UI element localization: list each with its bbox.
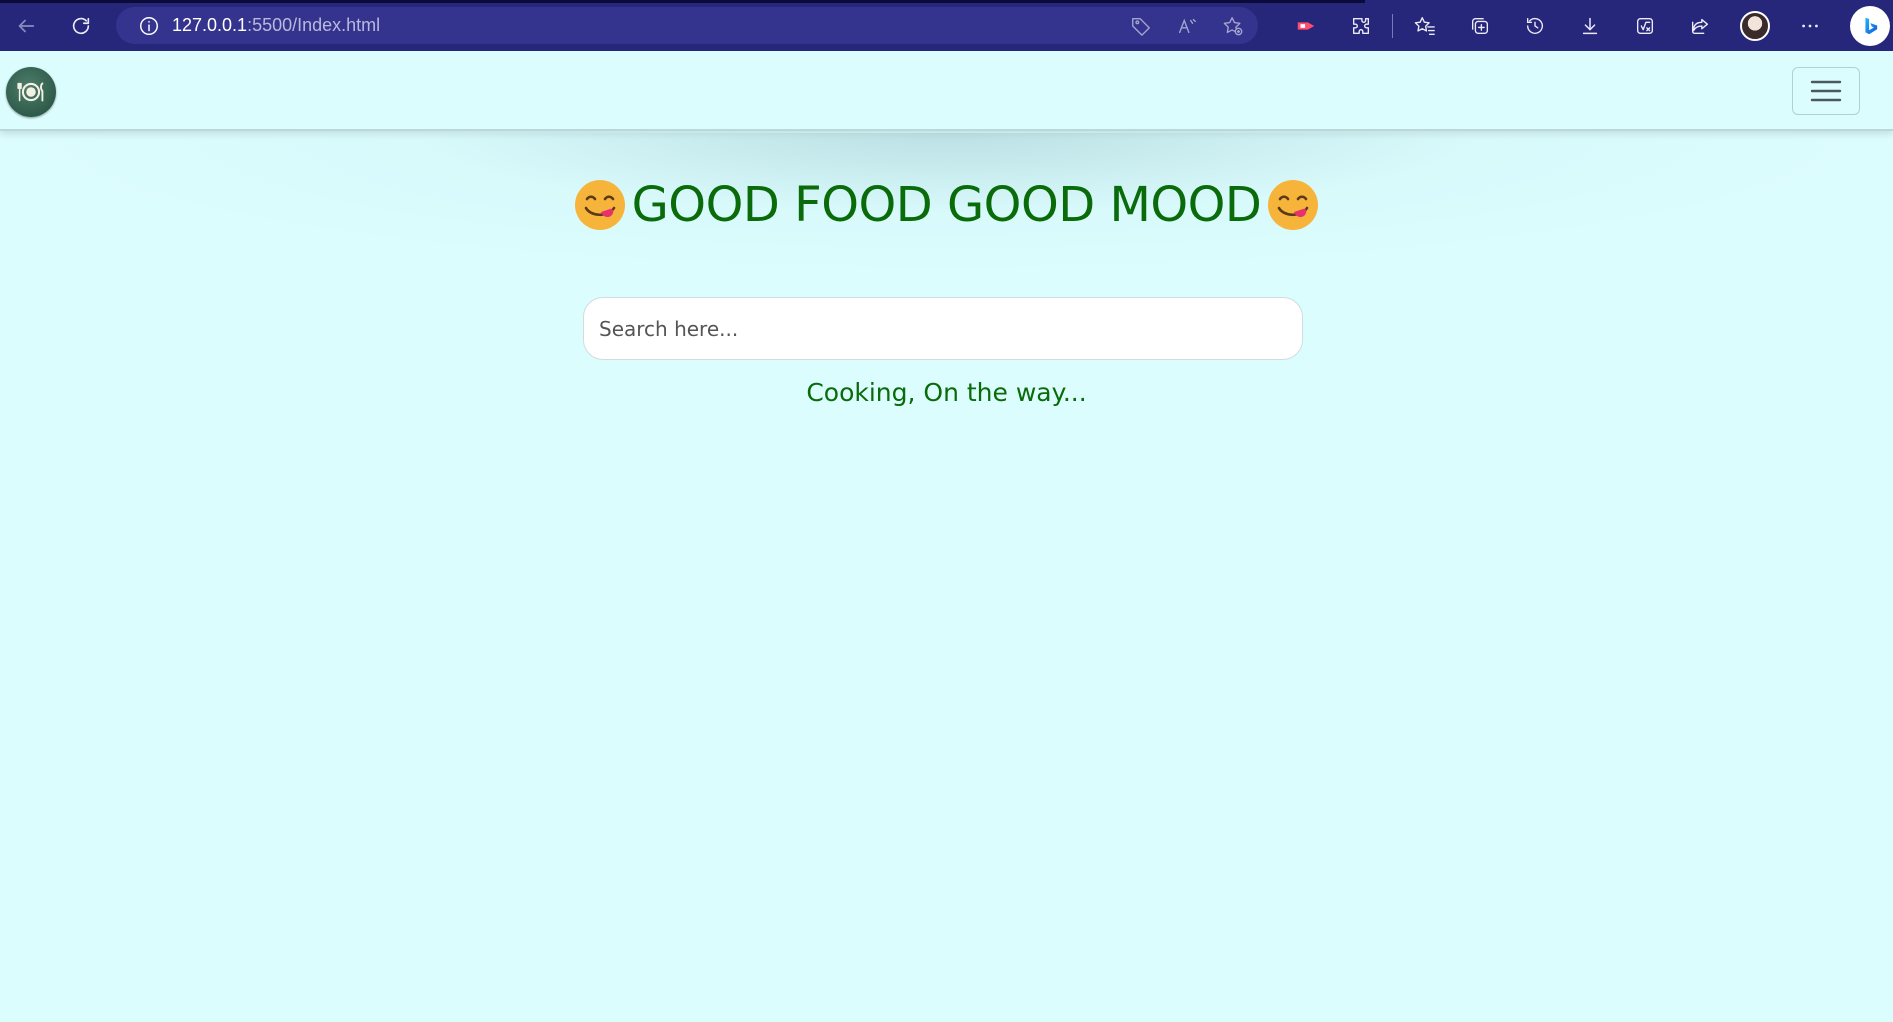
search-input[interactable]: [583, 297, 1303, 360]
url-path: :5500/Index.html: [247, 15, 381, 35]
history-button[interactable]: [1507, 8, 1562, 44]
downloads-button[interactable]: [1562, 8, 1617, 44]
yum-face-emoji-right: [1267, 179, 1319, 231]
bing-button[interactable]: [1837, 6, 1893, 46]
share-button[interactable]: [1672, 8, 1727, 44]
yum-face-emoji-left: [574, 179, 626, 231]
collections-icon: [1471, 17, 1488, 35]
collections-button[interactable]: [1452, 8, 1507, 44]
site-navbar: [0, 51, 1893, 131]
search-container: [583, 297, 1303, 360]
brand-logo[interactable]: [6, 67, 56, 117]
plate-cutlery-icon: [17, 82, 44, 102]
refresh-button[interactable]: [61, 6, 101, 46]
download-icon: [1582, 17, 1597, 35]
favorites-icon: [1414, 17, 1435, 35]
hamburger-icon: [1810, 80, 1842, 102]
more-icon: [1801, 24, 1818, 28]
page-title: GOOD FOOD GOOD MOOD: [0, 177, 1893, 233]
extension-icon: [1297, 22, 1314, 30]
page-body: GOOD FOOD GOOD MOOD Cooking, On the way.…: [0, 51, 1893, 1022]
read-aloud-icon[interactable]: [1174, 13, 1200, 39]
loading-status-text: Cooking, On the way...: [806, 378, 1087, 407]
profile-button[interactable]: [1727, 8, 1782, 44]
extensions-button[interactable]: [1333, 8, 1388, 44]
toolbar-divider: [1392, 14, 1393, 38]
back-button[interactable]: [6, 6, 46, 46]
history-icon: [1526, 17, 1543, 34]
browser-toolbar: 127.0.0.1:5500/Index.html: [0, 0, 1893, 51]
url-host: 127.0.0.1: [172, 15, 248, 35]
avatar: [1739, 11, 1770, 41]
math-solver-icon: [1636, 17, 1653, 35]
navbar-toggler-button[interactable]: [1792, 67, 1860, 115]
share-icon: [1691, 18, 1708, 35]
math-solver-button[interactable]: [1617, 8, 1672, 44]
refresh-icon: [72, 17, 90, 35]
back-arrow-icon: [18, 19, 35, 33]
window-top-accent: [0, 0, 1365, 3]
bing-icon: [1850, 6, 1890, 46]
url-text[interactable]: 127.0.0.1:5500/Index.html: [172, 15, 380, 36]
add-favorite-icon[interactable]: [1220, 13, 1246, 39]
more-button[interactable]: [1782, 8, 1837, 44]
tag-icon[interactable]: [1128, 13, 1154, 39]
puzzle-icon: [1352, 17, 1369, 35]
extension-red-button[interactable]: [1278, 8, 1333, 44]
info-icon[interactable]: [138, 15, 160, 37]
address-bar[interactable]: 127.0.0.1:5500/Index.html: [116, 7, 1258, 44]
page-title-text: GOOD FOOD GOOD MOOD: [631, 177, 1262, 233]
favorites-button[interactable]: [1397, 8, 1452, 44]
